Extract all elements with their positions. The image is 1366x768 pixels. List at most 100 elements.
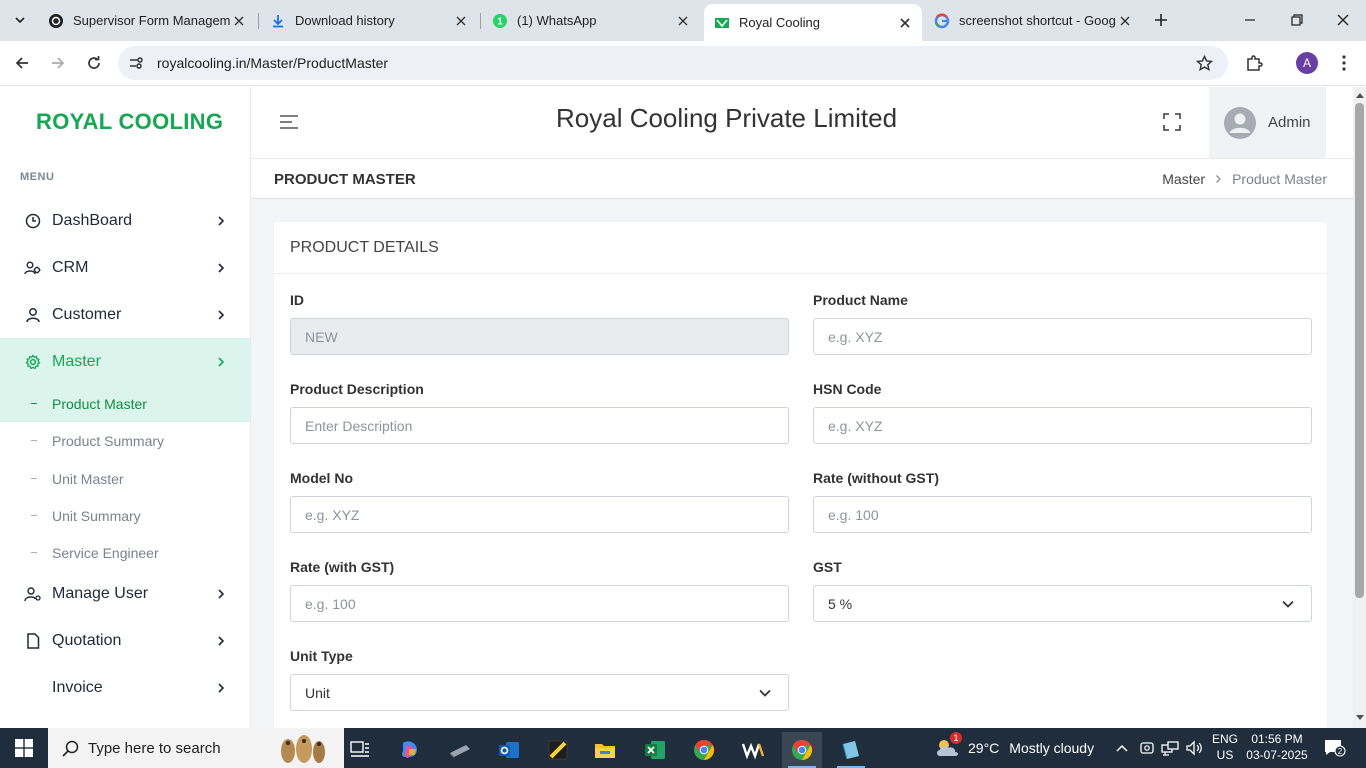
extensions-puzzle-icon[interactable] (1243, 52, 1265, 74)
address-bar[interactable]: royalcooling.in/Master/ProductMaster (118, 46, 1228, 80)
hamburger-menu-icon[interactable] (278, 111, 300, 133)
hsn-code-input[interactable] (813, 407, 1312, 444)
weather-alert-badge: 1 (950, 732, 962, 744)
id-label: ID (290, 292, 304, 308)
close-icon[interactable] (230, 12, 248, 30)
notification-center-icon[interactable]: 2 (1322, 738, 1348, 758)
url-text: royalcooling.in/Master/ProductMaster (157, 55, 389, 71)
sidebar-subitem-unit-master[interactable]: Unit Master (0, 460, 250, 497)
sidebar-item-quotation[interactable]: Quotation (0, 617, 250, 664)
royal-cooling-favicon-icon (714, 15, 730, 31)
product-description-input[interactable] (290, 407, 789, 444)
product-details-card: PRODUCT DETAILS ID Product Name Product … (274, 222, 1327, 728)
close-icon[interactable] (896, 14, 914, 32)
sidebar-subitem-product-summary[interactable]: Product Summary (0, 422, 250, 459)
chrome-active-icon[interactable] (782, 732, 822, 768)
chevron-right-icon (214, 681, 228, 695)
meet-now-icon[interactable] (1137, 738, 1157, 758)
chevron-right-icon (214, 634, 228, 648)
weather-widget[interactable]: 1 29°C Mostly cloudy (934, 728, 1094, 768)
network-icon[interactable] (1160, 738, 1180, 758)
outlook-icon[interactable] (489, 732, 529, 768)
chrome-icon[interactable] (684, 732, 724, 768)
product-name-input[interactable] (813, 318, 1312, 355)
copilot-icon[interactable] (390, 732, 430, 768)
sidebar-item-invoice[interactable]: Invoice (0, 664, 250, 711)
tab-title: Download history (295, 13, 395, 28)
product-name-label: Product Name (813, 292, 908, 308)
browser-tab-google-search[interactable]: screenshot shortcut - Googl (924, 6, 1142, 35)
excel-icon[interactable] (635, 732, 675, 768)
user-menu[interactable]: Admin (1209, 87, 1326, 158)
brand-logo[interactable]: ROYAL COOLING (36, 109, 223, 135)
sticky-notes-icon[interactable] (538, 732, 578, 768)
sidebar-item-dashboard[interactable]: DashBoard (0, 197, 250, 244)
taskbar-search-box[interactable]: Type here to search (48, 728, 344, 768)
site-info-icon[interactable] (126, 53, 146, 73)
close-window-icon[interactable] (1331, 8, 1355, 32)
breadcrumb-chevron-icon (1215, 172, 1222, 187)
unit-type-select[interactable]: Unit (290, 674, 789, 711)
task-view-icon[interactable] (340, 732, 380, 768)
sidebar-item-manage-user[interactable]: Manage User (0, 570, 250, 617)
google-icon (934, 12, 950, 29)
breadcrumb-master[interactable]: Master (1162, 171, 1205, 187)
sidebar-subitem-product-master[interactable]: Product Master (0, 385, 250, 422)
sidebar-item-crm[interactable]: CRM (0, 244, 250, 291)
system-clock[interactable]: 01:56 PM 03-07-2025 (1246, 731, 1308, 763)
clock-time: 01:56 PM (1251, 732, 1303, 746)
sidebar-item-label: Quotation (52, 631, 122, 649)
scrollbar-thumb[interactable] (1355, 103, 1364, 598)
forward-arrow-icon[interactable] (46, 51, 70, 75)
breadcrumb: Master Product Master (1162, 171, 1327, 187)
app-header: Royal Cooling Private Limited Admin (251, 87, 1353, 158)
sub-item-dash (31, 403, 37, 404)
document-icon (24, 632, 42, 650)
back-arrow-icon[interactable] (10, 51, 34, 75)
fullscreen-icon[interactable] (1161, 111, 1183, 133)
chevron-right-icon (214, 261, 228, 275)
sidebar-item-master[interactable]: Master (0, 338, 250, 385)
file-explorer-icon[interactable] (585, 732, 625, 768)
browser-tab-supervisor[interactable]: Supervisor Form Manageme (38, 6, 256, 35)
user-avatar-icon (1224, 106, 1256, 139)
w-app-icon[interactable] (733, 732, 773, 768)
sidebar-subitem-service-engineer[interactable]: Service Engineer (0, 534, 250, 571)
windows-start-icon[interactable] (0, 728, 48, 768)
more-menu-icon[interactable] (1334, 52, 1354, 74)
sub-item-label: Unit Summary (52, 507, 141, 524)
new-tab-plus-icon[interactable] (1150, 9, 1172, 31)
unit-type-selected-value: Unit (305, 684, 330, 701)
close-icon[interactable] (674, 12, 692, 30)
scroll-down-arrow-icon[interactable] (1355, 714, 1364, 722)
profile-avatar[interactable]: A (1296, 52, 1318, 74)
scroll-up-arrow-icon[interactable] (1355, 91, 1364, 99)
tray-overflow-chevron-icon[interactable] (1112, 738, 1132, 758)
cloudy-weather-icon: 1 (934, 732, 962, 760)
tab-search-chevron-icon[interactable] (8, 8, 32, 32)
screenshot-tool-icon[interactable] (831, 732, 871, 768)
restore-icon[interactable] (1285, 8, 1309, 32)
gst-select[interactable]: 5 % (813, 585, 1312, 622)
card-title: PRODUCT DETAILS (290, 239, 439, 256)
sidebar-item-label: Customer (52, 305, 122, 323)
close-icon[interactable] (1116, 12, 1134, 30)
model-no-input[interactable] (290, 496, 789, 533)
rate-without-gst-input[interactable] (813, 496, 1312, 533)
browser-tab-royal-cooling[interactable]: Royal Cooling (704, 4, 922, 41)
volume-icon[interactable] (1184, 738, 1204, 758)
rate-with-gst-input[interactable] (290, 585, 789, 622)
browser-tab-download-history[interactable]: Download history (260, 6, 478, 35)
reload-icon[interactable] (82, 51, 106, 75)
bookmark-star-icon[interactable] (1194, 53, 1214, 73)
chevron-right-icon (214, 587, 228, 601)
input-language-indicator[interactable]: ENG US (1212, 731, 1238, 763)
chevron-down-icon (1281, 597, 1295, 611)
page-scrollbar[interactable] (1353, 87, 1366, 728)
sidebar-item-customer[interactable]: Customer (0, 291, 250, 338)
close-icon[interactable] (452, 12, 470, 30)
scanner-app-icon[interactable] (440, 732, 480, 768)
minimize-icon[interactable] (1238, 8, 1262, 32)
sidebar-subitem-unit-summary[interactable]: Unit Summary (0, 497, 250, 534)
browser-tab-whatsapp[interactable]: 1 (1) WhatsApp (482, 6, 700, 35)
